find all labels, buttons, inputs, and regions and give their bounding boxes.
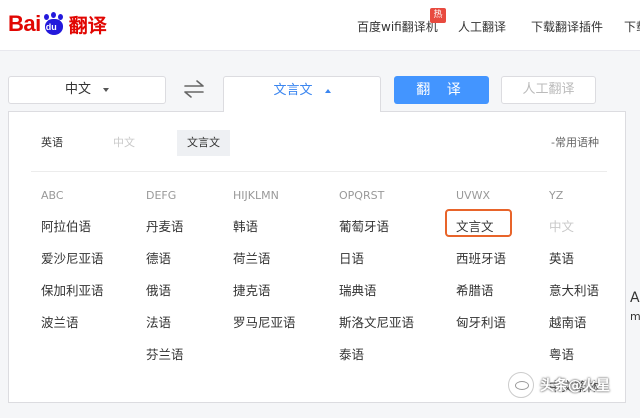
lang-hungarian[interactable]: 匈牙利语 <box>456 312 506 331</box>
lang-russian[interactable]: 俄语 <box>146 280 171 299</box>
nav-human-translate[interactable]: 人工翻译 <box>458 18 506 35</box>
lang-dutch[interactable]: 荷兰语 <box>233 248 271 267</box>
lang-estonian[interactable]: 爱沙尼亚语 <box>41 248 104 267</box>
recent-lang-classical-chinese[interactable]: 文言文 <box>177 130 230 156</box>
lang-english[interactable]: 英语 <box>549 248 574 267</box>
watermark-logo-icon <box>508 372 534 398</box>
chevron-up-icon <box>324 88 331 93</box>
lang-danish[interactable]: 丹麦语 <box>146 216 184 235</box>
baidu-fanyi-logo[interactable]: Bai du 翻译 <box>8 9 107 39</box>
lang-polish[interactable]: 波兰语 <box>41 312 79 331</box>
column-head-abc: ABC <box>41 189 64 202</box>
background-text-fragment: m <box>630 310 640 323</box>
column-head-opqrst: OPQRST <box>339 189 385 202</box>
background-text-fragment: A <box>630 290 640 306</box>
panel-divider <box>31 171 607 172</box>
lang-french[interactable]: 法语 <box>146 312 171 331</box>
recent-lang-english[interactable]: 英语 <box>41 130 63 156</box>
lang-cantonese[interactable]: 粤语 <box>549 344 574 363</box>
human-translate-button[interactable]: 人工翻译 <box>501 76 596 104</box>
swap-languages-icon[interactable] <box>182 79 206 99</box>
column-head-yz: YZ <box>549 189 564 202</box>
top-bar: Bai du 翻译 百度wifi翻译机 热 人工翻译 下载翻译插件 下载 <box>0 0 640 51</box>
target-language-label: 文言文 <box>273 83 313 98</box>
source-language-label: 中文 <box>64 82 91 97</box>
nav-wifi-translator[interactable]: 百度wifi翻译机 <box>357 18 438 35</box>
translate-button[interactable]: 翻 译 <box>394 76 489 104</box>
recent-lang-chinese: 中文 <box>113 136 135 149</box>
chevron-down-icon <box>103 87 109 92</box>
lang-greek[interactable]: 希腊语 <box>456 280 494 299</box>
lang-finnish[interactable]: 芬兰语 <box>146 344 184 363</box>
column-head-hijklmn: HIJKLMN <box>233 189 279 202</box>
lang-chinese: 中文 <box>549 219 575 234</box>
watermark-text: 头条@火星 <box>540 378 610 394</box>
lang-romanian[interactable]: 罗马尼亚语 <box>233 312 296 331</box>
watermark: 头条@火星 <box>508 372 610 398</box>
lang-korean[interactable]: 韩语 <box>233 216 258 235</box>
column-head-uvwx: UVWX <box>456 189 490 202</box>
logo-bai-text: Bai <box>8 11 41 36</box>
logo-du-text: du <box>45 22 57 32</box>
lang-italian[interactable]: 意大利语 <box>549 280 599 299</box>
nav-download-plugin[interactable]: 下载翻译插件 <box>531 18 603 35</box>
logo-fanyi-text: 翻译 <box>68 14 107 37</box>
common-languages-link[interactable]: -常用语种 <box>551 130 599 156</box>
column-head-defg: DEFG <box>146 189 177 202</box>
lang-spanish[interactable]: 西班牙语 <box>456 248 506 267</box>
lang-czech[interactable]: 捷克语 <box>233 280 271 299</box>
lang-thai[interactable]: 泰语 <box>339 344 364 363</box>
selected-language-highlight <box>445 209 512 237</box>
lang-arabic[interactable]: 阿拉伯语 <box>41 216 91 235</box>
paw-icon: du <box>42 12 66 35</box>
lang-swedish[interactable]: 瑞典语 <box>339 280 377 299</box>
lang-bulgarian[interactable]: 保加利亚语 <box>41 280 104 299</box>
lang-slovenian[interactable]: 斯洛文尼亚语 <box>339 312 414 331</box>
lang-vietnamese[interactable]: 越南语 <box>549 312 587 331</box>
nav-download[interactable]: 下载 <box>624 18 640 35</box>
source-language-select[interactable]: 中文 <box>8 76 166 104</box>
hot-badge: 热 <box>430 8 446 23</box>
target-language-select[interactable]: 文言文 <box>223 76 381 112</box>
lang-german[interactable]: 德语 <box>146 248 171 267</box>
lang-portuguese[interactable]: 葡萄牙语 <box>339 216 389 235</box>
lang-japanese[interactable]: 日语 <box>339 248 364 267</box>
